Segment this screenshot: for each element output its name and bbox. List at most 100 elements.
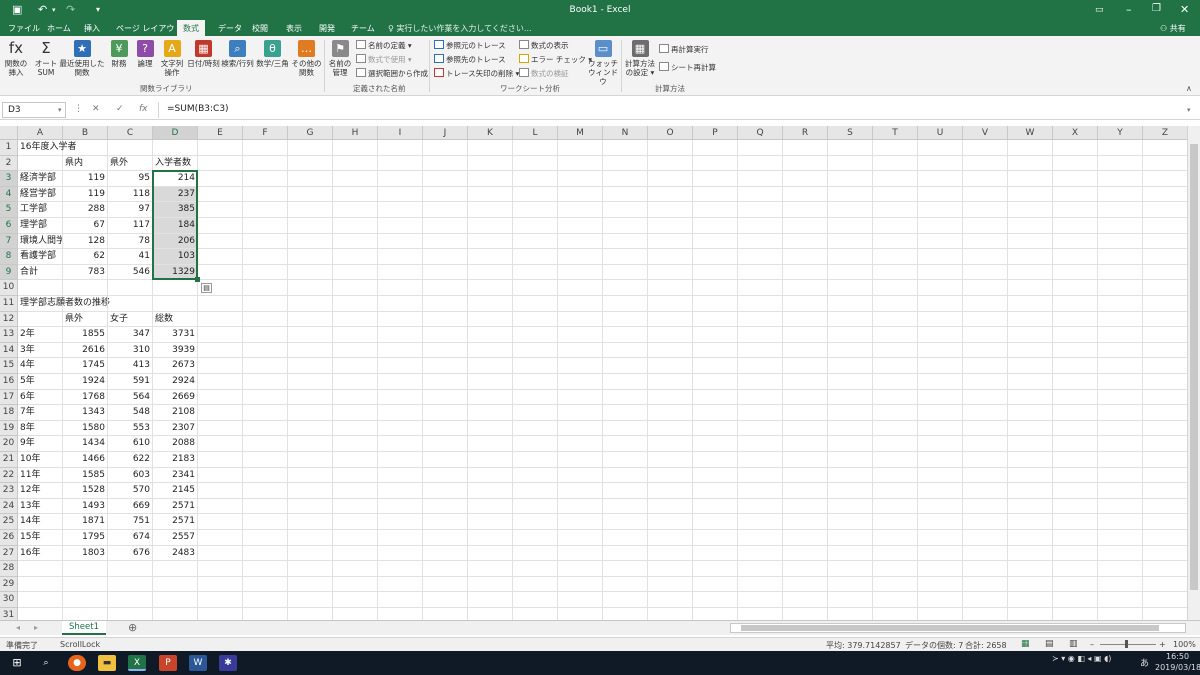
cell[interactable] xyxy=(963,296,1008,312)
cell[interactable]: 2557 xyxy=(153,530,198,546)
row-header[interactable]: 24 xyxy=(0,498,18,515)
row-header[interactable]: 15 xyxy=(0,358,18,374)
row-header[interactable]: 7 xyxy=(0,233,18,250)
cell[interactable] xyxy=(783,452,828,468)
cell[interactable] xyxy=(873,171,918,187)
column-header[interactable]: Y xyxy=(1098,126,1143,140)
cell[interactable] xyxy=(423,358,468,374)
cell[interactable] xyxy=(828,498,873,515)
cell[interactable]: 783 xyxy=(63,264,108,281)
cell[interactable] xyxy=(693,202,738,218)
cell[interactable] xyxy=(693,561,738,577)
cell[interactable] xyxy=(378,420,423,437)
cell[interactable] xyxy=(1053,249,1098,265)
cell[interactable] xyxy=(333,358,378,374)
cell[interactable] xyxy=(558,342,603,359)
cell[interactable] xyxy=(693,296,738,312)
cell[interactable] xyxy=(693,498,738,515)
cell[interactable] xyxy=(873,420,918,437)
cell[interactable] xyxy=(918,233,963,250)
select-all-corner[interactable] xyxy=(0,126,18,140)
cell[interactable] xyxy=(648,561,693,577)
cell[interactable] xyxy=(558,452,603,468)
cell[interactable] xyxy=(423,467,468,484)
cell[interactable] xyxy=(873,249,918,265)
cell[interactable] xyxy=(873,374,918,390)
cell[interactable] xyxy=(648,218,693,234)
cell[interactable] xyxy=(603,374,648,390)
cell[interactable] xyxy=(783,358,828,374)
minimize-icon[interactable]: – xyxy=(1126,3,1132,16)
cell[interactable] xyxy=(243,233,288,250)
cell[interactable] xyxy=(198,545,243,562)
cell[interactable] xyxy=(423,389,468,406)
cell[interactable] xyxy=(693,545,738,562)
cell[interactable] xyxy=(963,389,1008,406)
expand-formula-bar-icon[interactable]: ▾ xyxy=(1187,106,1191,114)
calculate-now-button[interactable]: 再計算実行 xyxy=(659,44,709,55)
cell[interactable] xyxy=(333,264,378,281)
cell[interactable] xyxy=(513,498,558,515)
cell[interactable] xyxy=(783,592,828,608)
cell[interactable] xyxy=(738,358,783,374)
cell[interactable] xyxy=(873,592,918,608)
cell[interactable] xyxy=(693,140,738,156)
cell[interactable] xyxy=(558,420,603,437)
cell[interactable] xyxy=(1143,140,1188,156)
cell[interactable] xyxy=(198,186,243,203)
cell[interactable] xyxy=(423,342,468,359)
cell[interactable] xyxy=(873,264,918,281)
cell[interactable] xyxy=(783,545,828,562)
cell[interactable] xyxy=(1008,483,1053,499)
cell[interactable] xyxy=(918,249,963,265)
cell[interactable] xyxy=(423,280,468,296)
cell[interactable] xyxy=(333,280,378,296)
cell[interactable] xyxy=(783,311,828,328)
cell[interactable] xyxy=(1008,358,1053,374)
cell[interactable] xyxy=(963,202,1008,218)
column-header[interactable]: U xyxy=(918,126,963,140)
cell[interactable] xyxy=(918,296,963,312)
cell[interactable] xyxy=(423,530,468,546)
cell[interactable] xyxy=(1008,311,1053,328)
cell[interactable] xyxy=(828,186,873,203)
cell[interactable] xyxy=(1098,280,1143,296)
cell[interactable] xyxy=(738,576,783,593)
cell[interactable] xyxy=(648,452,693,468)
cell[interactable] xyxy=(963,233,1008,250)
cell[interactable] xyxy=(1053,576,1098,593)
cell[interactable] xyxy=(1008,249,1053,265)
cell[interactable] xyxy=(963,171,1008,187)
cell[interactable] xyxy=(198,389,243,406)
cell[interactable]: 7年 xyxy=(18,405,63,421)
cell[interactable] xyxy=(378,436,423,452)
cell[interactable] xyxy=(333,467,378,484)
cell[interactable] xyxy=(783,342,828,359)
cell[interactable]: 610 xyxy=(108,436,153,452)
cell[interactable] xyxy=(378,452,423,468)
cell[interactable] xyxy=(693,436,738,452)
firefox-icon[interactable]: ● xyxy=(68,655,86,671)
cell[interactable]: 214 xyxy=(153,171,198,187)
cell[interactable] xyxy=(333,576,378,593)
cell[interactable]: 経済学部 xyxy=(18,171,63,187)
cell[interactable] xyxy=(513,561,558,577)
cell[interactable]: 15年 xyxy=(18,530,63,546)
cell[interactable] xyxy=(333,545,378,562)
cell[interactable] xyxy=(1008,264,1053,281)
cell[interactable]: 環境人間学 xyxy=(18,233,63,250)
lookup-reference-button[interactable]: ⌕ 検索/行列 xyxy=(220,40,255,68)
cell[interactable] xyxy=(648,483,693,499)
row-header[interactable]: 9 xyxy=(0,264,18,281)
cell[interactable] xyxy=(828,327,873,343)
cell[interactable]: 2年 xyxy=(18,327,63,343)
column-header[interactable]: V xyxy=(963,126,1008,140)
cell[interactable] xyxy=(783,264,828,281)
cell[interactable] xyxy=(963,498,1008,515)
column-header[interactable]: Q xyxy=(738,126,783,140)
cell[interactable] xyxy=(963,280,1008,296)
cell[interactable] xyxy=(243,358,288,374)
cell[interactable] xyxy=(1143,576,1188,593)
cell[interactable]: 12年 xyxy=(18,483,63,499)
cell[interactable] xyxy=(288,327,333,343)
